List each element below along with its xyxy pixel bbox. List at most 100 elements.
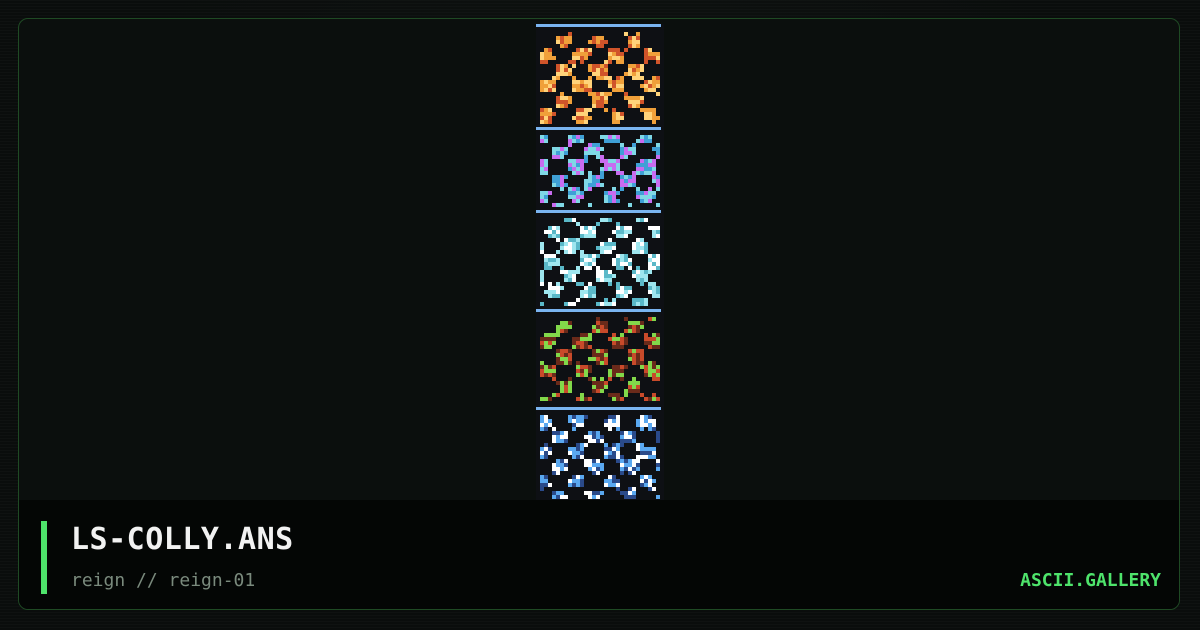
art-pixel bbox=[640, 76, 644, 80]
art-pixel bbox=[580, 455, 584, 459]
art-pixel bbox=[564, 270, 568, 274]
art-pixel bbox=[632, 302, 636, 306]
art-pixel bbox=[560, 385, 564, 389]
art-pixel bbox=[612, 52, 616, 56]
art-pixel bbox=[632, 385, 636, 389]
art-pixel bbox=[568, 385, 572, 389]
art-pixel bbox=[540, 487, 544, 491]
art-pixel bbox=[540, 369, 544, 373]
art-pixel bbox=[640, 159, 644, 163]
art-pixel bbox=[548, 80, 552, 84]
art-pixel bbox=[656, 294, 660, 298]
art-pixel bbox=[544, 475, 548, 479]
art-pixel bbox=[604, 455, 608, 459]
art-pixel bbox=[580, 254, 584, 258]
art-pixel bbox=[596, 44, 600, 48]
art-pixel bbox=[644, 250, 648, 254]
art-pixel bbox=[560, 72, 564, 76]
art-pixel bbox=[556, 72, 560, 76]
art-pixel bbox=[616, 290, 620, 294]
art-pixel bbox=[616, 76, 620, 80]
art-pixel bbox=[540, 415, 544, 419]
art-pixel bbox=[616, 451, 620, 455]
art-pixel bbox=[616, 230, 620, 234]
art-pixel bbox=[644, 341, 648, 345]
art-pixel bbox=[548, 286, 552, 290]
art-pixel bbox=[540, 397, 544, 401]
art-pixel bbox=[552, 431, 556, 435]
art-pixel bbox=[656, 258, 660, 262]
art-pixel bbox=[624, 329, 628, 333]
art-pixel bbox=[628, 226, 632, 230]
art-pixel bbox=[652, 262, 656, 266]
art-pixel bbox=[652, 317, 656, 321]
art-pixel bbox=[652, 333, 656, 337]
art-pixel bbox=[540, 475, 544, 479]
art-pixel bbox=[648, 266, 652, 270]
art-pixel bbox=[648, 191, 652, 195]
art-pixel bbox=[548, 191, 552, 195]
art-pixel bbox=[616, 80, 620, 84]
art-pixel bbox=[576, 373, 580, 377]
art-pixel bbox=[568, 96, 572, 100]
art-pixel bbox=[596, 76, 600, 80]
art-pixel bbox=[620, 226, 624, 230]
art-pixel bbox=[584, 373, 588, 377]
art-pixel bbox=[644, 475, 648, 479]
art-pixel bbox=[576, 475, 580, 479]
art-pixel bbox=[580, 195, 584, 199]
art-pixel bbox=[628, 381, 632, 385]
art-pixel bbox=[544, 120, 548, 124]
art-pixel bbox=[656, 151, 660, 155]
art-pixel bbox=[596, 270, 600, 274]
art-pixel bbox=[624, 491, 628, 495]
art-pixel bbox=[652, 52, 656, 56]
art-pixel bbox=[608, 423, 612, 427]
art-pixel bbox=[600, 100, 604, 104]
art-pixel bbox=[600, 92, 604, 96]
art-pixel bbox=[616, 415, 620, 419]
art-pixel bbox=[608, 475, 612, 479]
art-pixel bbox=[580, 294, 584, 298]
art-pixel bbox=[652, 282, 656, 286]
art-pixel bbox=[592, 147, 596, 151]
art-pixel bbox=[544, 451, 548, 455]
art-pixel bbox=[612, 199, 616, 203]
art-pixel bbox=[584, 290, 588, 294]
art-pixel bbox=[544, 254, 548, 258]
art-pixel bbox=[616, 116, 620, 120]
art-pixel bbox=[552, 377, 556, 381]
art-pixel bbox=[640, 321, 644, 325]
art-pixel bbox=[652, 377, 656, 381]
art-pixel bbox=[564, 104, 568, 108]
art-pixel bbox=[640, 357, 644, 361]
art-pixel bbox=[564, 96, 568, 100]
art-pixel bbox=[640, 250, 644, 254]
art-pixel bbox=[584, 56, 588, 60]
art-pixel bbox=[576, 195, 580, 199]
art-pixel bbox=[608, 163, 612, 167]
art-pixel bbox=[596, 278, 600, 282]
art-pixel bbox=[600, 321, 604, 325]
art-pixel bbox=[656, 187, 660, 191]
site-brand[interactable]: ASCII.GALLERY bbox=[1020, 570, 1161, 591]
art-pixel bbox=[552, 76, 556, 80]
art-pixel bbox=[580, 234, 584, 238]
art-pixel bbox=[624, 431, 628, 435]
art-pixel bbox=[628, 495, 632, 499]
art-pixel bbox=[592, 143, 596, 147]
art-pixel bbox=[572, 159, 576, 163]
art-pixel bbox=[588, 254, 592, 258]
art-pixel bbox=[616, 341, 620, 345]
art-pixel bbox=[592, 459, 596, 463]
art-pixel bbox=[652, 171, 656, 175]
art-pixel bbox=[556, 381, 560, 385]
ansi-artwork-preview[interactable] bbox=[536, 24, 664, 500]
art-pixel bbox=[636, 72, 640, 76]
art-pixel bbox=[648, 139, 652, 143]
art-pixel bbox=[628, 64, 632, 68]
art-pixel bbox=[596, 100, 600, 104]
art-pixel bbox=[620, 175, 624, 179]
art-pixel bbox=[596, 179, 600, 183]
art-pixel bbox=[652, 451, 656, 455]
